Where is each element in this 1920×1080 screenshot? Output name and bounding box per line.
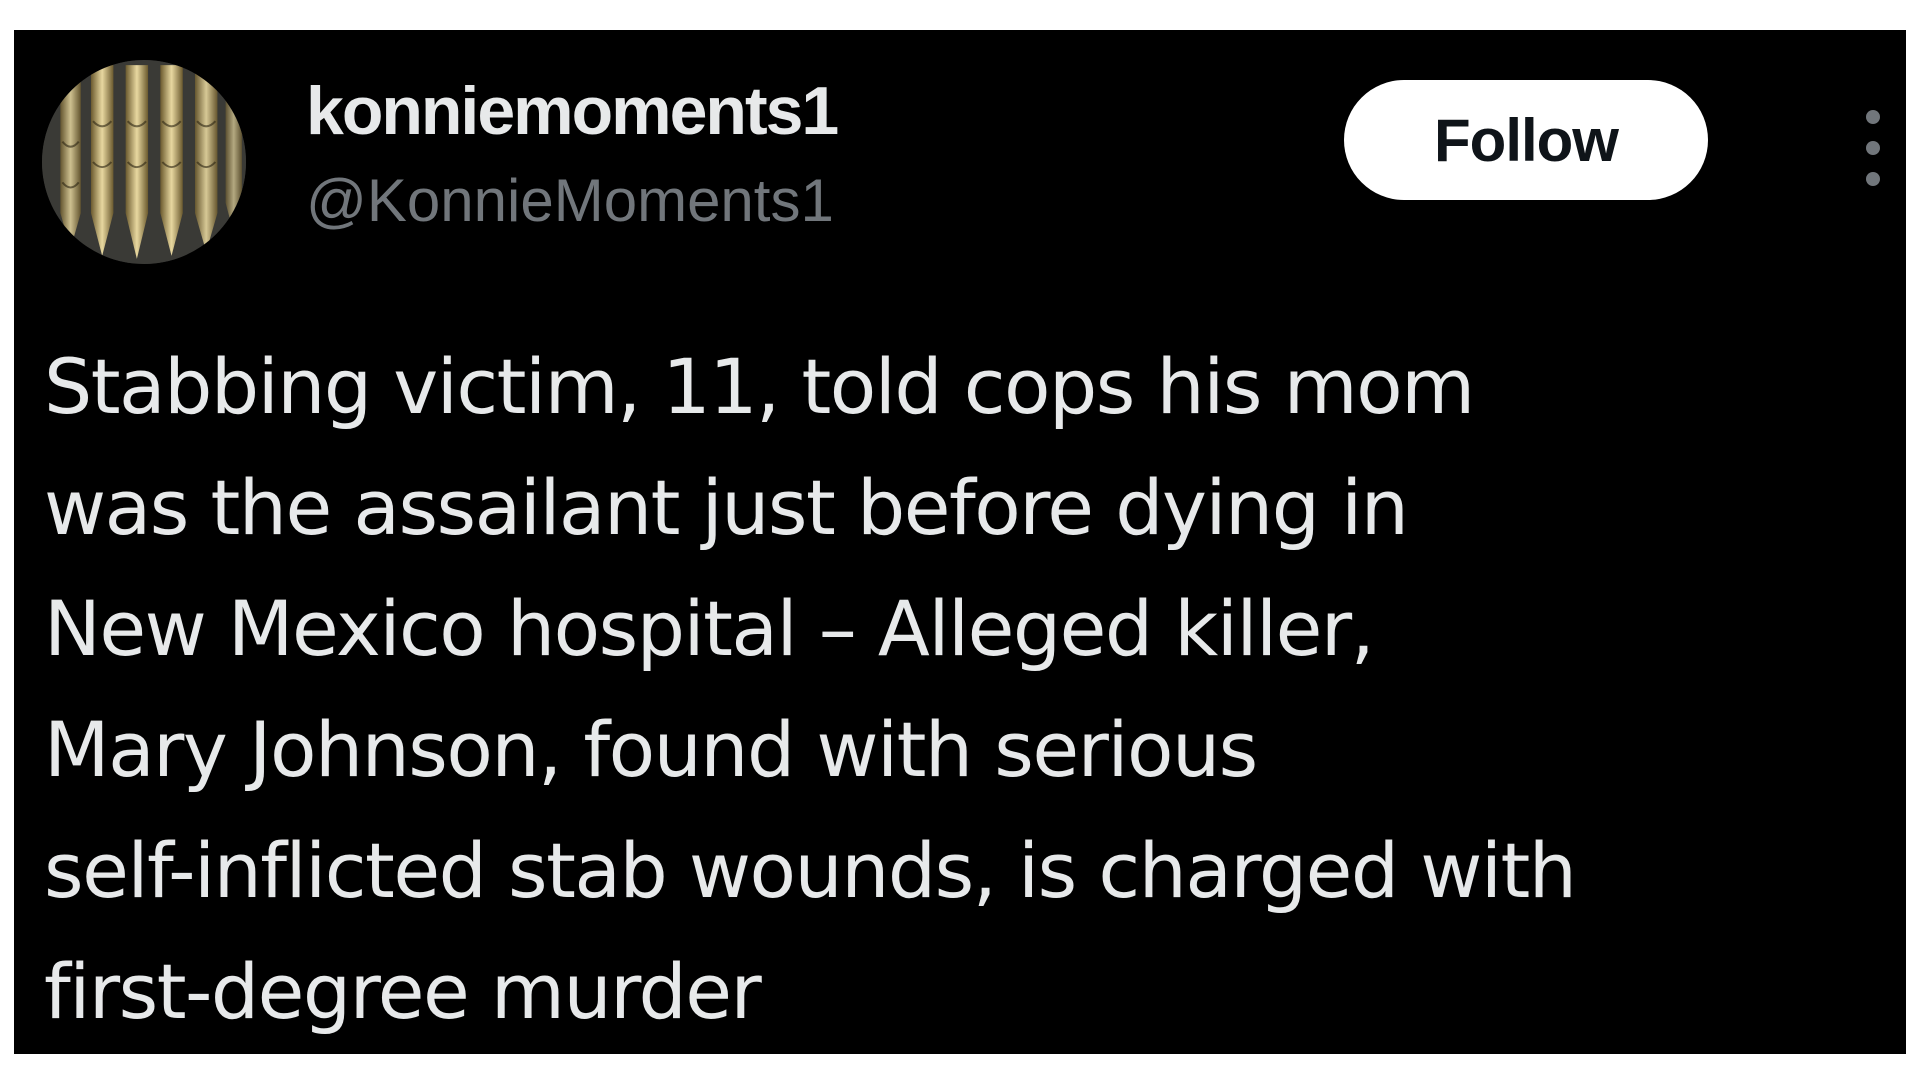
tweet-text-line: Stabbing victim, 11, told cops his mom [44, 342, 1475, 431]
tweet-text-line: first-degree murder [44, 947, 762, 1036]
tweet-text-line: Mary Johnson, found with serious [44, 705, 1258, 794]
tweet-text-line: New Mexico hospital – Alleged killer, [44, 584, 1375, 673]
more-options-button[interactable] [1860, 110, 1886, 186]
display-name[interactable]: konniemoments1 [306, 74, 839, 149]
fountain-pens-avatar-icon [42, 60, 246, 264]
tweet-text-line: self-inflicted stab wounds, is charged w… [44, 826, 1577, 915]
follow-button[interactable]: Follow [1344, 80, 1708, 200]
more-vertical-icon-dot [1866, 172, 1880, 186]
more-vertical-icon [1866, 110, 1880, 124]
user-handle[interactable]: @KonnieMoments1 [306, 168, 834, 234]
avatar[interactable] [42, 60, 246, 264]
tweet-card: konniemoments1 @KonnieMoments1 Follow St… [14, 30, 1906, 1054]
tweet-text: Stabbing victim, 11, told cops his mom w… [44, 326, 1894, 1052]
tweet-text-line: was the assailant just before dying in [44, 463, 1409, 552]
more-vertical-icon-dot [1866, 141, 1880, 155]
